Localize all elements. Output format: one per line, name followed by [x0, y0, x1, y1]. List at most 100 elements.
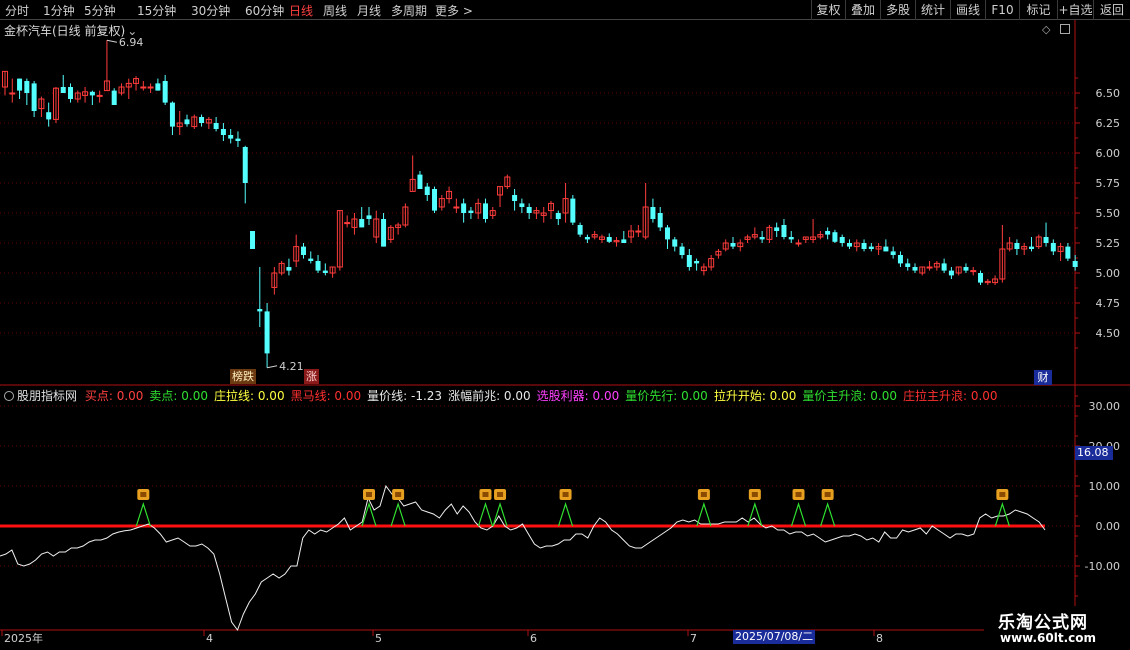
candle-body: [359, 219, 365, 228]
candle-body: [1014, 243, 1020, 249]
period-tab[interactable]: 60分钟: [245, 2, 284, 19]
y-tick-label: 5.75: [1096, 177, 1121, 190]
toolbar-button[interactable]: 复权: [811, 0, 845, 20]
candle-body: [235, 138, 241, 141]
candle-body: [1065, 246, 1071, 259]
candle-body: [635, 230, 642, 233]
indicator-legend-item: 卖点: 0.00: [149, 389, 208, 403]
candle-body: [788, 237, 794, 240]
period-tab[interactable]: 日线: [289, 2, 313, 19]
period-tab[interactable]: 多周期: [391, 2, 427, 19]
signal-bang: 榜跌: [230, 369, 256, 384]
toolbar-button[interactable]: 画线: [950, 0, 985, 20]
candle-body: [315, 261, 321, 271]
indicator-name[interactable]: 股朋指标网: [17, 389, 77, 403]
candle-body: [250, 231, 256, 249]
period-tab[interactable]: 更多 >: [435, 2, 473, 19]
candle-body: [257, 309, 263, 312]
toolbar-button[interactable]: 统计: [915, 0, 950, 20]
low-label: 4.21: [279, 360, 304, 373]
y-tick-label: 5.50: [1096, 207, 1121, 220]
buy-signal-line: [557, 502, 574, 527]
candle-body: [220, 129, 226, 135]
finance-badge[interactable]: 财: [1034, 370, 1052, 385]
y-tick-label: 6.50: [1096, 87, 1121, 100]
candle-body: [526, 207, 532, 213]
candle-body: [468, 210, 474, 213]
x-tick-label: 2025年: [4, 631, 43, 645]
candle-body: [300, 246, 306, 255]
candle-body: [555, 213, 561, 219]
toolbar-button[interactable]: 标记: [1019, 0, 1057, 20]
period-tab[interactable]: 5分钟: [84, 2, 116, 19]
candle-body: [60, 87, 66, 93]
indicator-legend-item: 庄拉主升浪: 0.00: [902, 389, 998, 403]
candle-body: [664, 227, 670, 240]
candle-body: [839, 237, 845, 243]
y-tick-label: 5.25: [1096, 237, 1121, 250]
diamond-icon[interactable]: ◇: [1042, 23, 1050, 36]
ind-y-tick-label: 30.00: [1089, 400, 1121, 413]
candle-body: [1028, 246, 1034, 249]
candle-body: [432, 189, 438, 211]
chevron-down-icon[interactable]: ⌄: [127, 24, 137, 38]
buy-signal-line: [477, 502, 494, 527]
candle-body: [868, 246, 874, 249]
candle-body: [577, 225, 583, 235]
indicator-legend-item: 选股利器: 0.00: [536, 389, 620, 403]
candle-body: [17, 78, 23, 91]
indicator-settings-icon[interactable]: [4, 391, 14, 401]
period-tab[interactable]: 分时: [5, 2, 29, 19]
toolbar-button[interactable]: +自选: [1057, 0, 1093, 20]
candle-body: [31, 83, 37, 111]
toolbar-button[interactable]: 返回: [1093, 0, 1130, 20]
candle-body: [621, 239, 627, 243]
buy-marker-glyph: [700, 492, 707, 497]
candle-body: [825, 231, 831, 235]
candle-body: [657, 213, 663, 228]
candle-body: [970, 270, 977, 273]
buy-marker-glyph: [999, 492, 1006, 497]
period-tab[interactable]: 1分钟: [43, 2, 75, 19]
candle-body: [322, 270, 328, 273]
candle-body: [694, 261, 700, 264]
candle-body: [570, 198, 576, 223]
period-tab[interactable]: 15分钟: [137, 2, 176, 19]
candle-body: [948, 270, 954, 276]
chart-title: 金杯汽车(日线 前复权) ⌄: [4, 22, 137, 39]
ind-y-tick-label: -10.00: [1085, 560, 1120, 573]
x-tick-label: 7: [690, 632, 697, 645]
candle-body: [453, 206, 460, 209]
candle-body: [1072, 261, 1078, 267]
toolbar-button[interactable]: 多股: [880, 0, 915, 20]
candle-body: [417, 174, 423, 189]
candle-body: [286, 267, 292, 271]
low-pointer: [266, 365, 278, 369]
buy-marker-glyph: [751, 492, 758, 497]
toolbar-button[interactable]: 叠加: [845, 0, 880, 20]
indicator-legend-item: 量价主升浪: 0.00: [802, 389, 897, 403]
x-tick-label: 5: [375, 632, 382, 645]
toolbar-button[interactable]: F10: [985, 0, 1019, 20]
x-tick-label: 6: [530, 632, 537, 645]
x-tick-label: 8: [876, 632, 883, 645]
ind-y-tick-label: 0.00: [1096, 520, 1121, 533]
period-tab[interactable]: 月线: [357, 2, 381, 19]
indicator-legend-item: 买点: 0.00: [84, 389, 144, 403]
period-tab[interactable]: 30分钟: [191, 2, 230, 19]
period-tab[interactable]: 周线: [323, 2, 347, 19]
candle-body: [155, 83, 161, 91]
candle-body: [199, 117, 205, 123]
maximize-icon[interactable]: [1060, 24, 1070, 34]
candle-body: [905, 263, 911, 267]
candle-body: [883, 246, 889, 252]
y-tick-label: 6.25: [1096, 117, 1121, 130]
candle-body: [46, 112, 52, 120]
candle-body: [366, 215, 372, 219]
indicator-legend-item: 拉升开始: 0.00: [713, 389, 797, 403]
candle-body: [963, 267, 969, 271]
candle-body: [344, 222, 351, 225]
candle-body: [606, 237, 612, 242]
candle-body: [890, 251, 896, 255]
candle-body: [140, 86, 147, 89]
